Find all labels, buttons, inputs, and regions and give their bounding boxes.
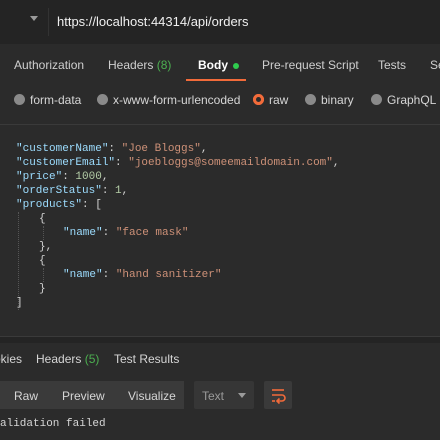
code-line: "name": "face mask" xyxy=(63,227,189,239)
json-key: "customerEmail" xyxy=(16,157,116,169)
tab-label: Authorization xyxy=(14,58,85,72)
url-input[interactable]: https://localhost:44314/api/orders xyxy=(57,14,249,29)
tab-label: okies xyxy=(0,352,23,366)
radio-label: binary xyxy=(321,93,354,107)
tab-body[interactable]: Body xyxy=(198,58,239,72)
json-value: [ xyxy=(95,199,102,211)
indent-guide xyxy=(43,268,44,282)
radio-circle-icon xyxy=(305,94,316,105)
json-key: "price" xyxy=(16,171,63,183)
format-select-value: Text xyxy=(202,389,225,403)
tab-tests[interactable]: Tests xyxy=(378,58,406,72)
json-value: "hand sanitizer" xyxy=(115,269,222,281)
chevron-down-icon[interactable] xyxy=(30,16,38,21)
divider xyxy=(48,8,49,36)
tab-test-results[interactable]: Test Results xyxy=(114,352,179,366)
json-key: "name" xyxy=(63,227,103,239)
json-value: "Joe Bloggs" xyxy=(121,143,201,155)
radio-form-data[interactable]: form-data xyxy=(14,93,81,107)
response-tabs: okies Headers (5) Test Results xyxy=(0,345,440,373)
format-select[interactable]: Text xyxy=(194,381,254,409)
response-toolbar: Raw Preview Visualize Text xyxy=(0,381,440,411)
json-brace: }, xyxy=(39,241,53,253)
wrap-lines-button[interactable] xyxy=(264,381,292,409)
radio-raw[interactable]: raw xyxy=(253,93,288,107)
json-brace: } xyxy=(39,283,46,295)
tab-response-headers[interactable]: Headers (5) xyxy=(36,352,99,366)
pane-resize-handle[interactable] xyxy=(0,336,440,343)
json-value: 1 xyxy=(115,185,122,197)
radio-circle-icon xyxy=(14,94,25,105)
response-body-text: alidation failed xyxy=(0,418,106,430)
code-line: { xyxy=(39,254,46,268)
json-brace: { xyxy=(39,255,46,267)
tab-settings[interactable]: Se xyxy=(430,58,440,72)
tab-label: Pre-request Script xyxy=(262,58,359,72)
tab-label: Tests xyxy=(378,58,407,72)
headers-count: (8) xyxy=(156,58,172,72)
tab-label: Headers xyxy=(108,58,154,72)
radio-label: x-www-form-urlencoded xyxy=(113,93,241,107)
active-dot-icon xyxy=(233,62,239,69)
json-brace: { xyxy=(39,213,46,225)
tab-pre-request-script[interactable]: Pre-request Script xyxy=(262,58,359,72)
tab-label: Headers xyxy=(36,352,82,366)
json-key: "orderStatus" xyxy=(16,185,102,197)
radio-x-www-form-urlencoded[interactable]: x-www-form-urlencoded xyxy=(97,93,240,107)
code-line: { xyxy=(39,212,46,226)
radio-graphql[interactable]: GraphQL xyxy=(371,93,436,107)
view-mode-segmented: Raw Preview Visualize xyxy=(0,381,184,409)
radio-circle-icon xyxy=(371,94,382,105)
json-value: 1000 xyxy=(75,171,102,183)
tab-label: Se xyxy=(430,58,440,72)
json-bracket: ] xyxy=(16,297,23,309)
json-key: "name" xyxy=(63,269,103,281)
divider xyxy=(0,124,440,125)
preview-button[interactable]: Preview xyxy=(62,389,105,403)
tab-headers[interactable]: Headers (8) xyxy=(108,58,171,72)
radio-label: GraphQL xyxy=(387,93,437,107)
tab-authorization[interactable]: Authorization xyxy=(14,58,84,72)
json-key: "products" xyxy=(16,199,83,211)
url-bar: https://localhost:44314/api/orders xyxy=(0,0,440,44)
code-line: "products": [ xyxy=(16,199,102,211)
body-type-options: form-data x-www-form-urlencoded raw bina… xyxy=(0,86,440,112)
code-line: "customerEmail": "joebloggs@someemaildom… xyxy=(16,157,340,169)
radio-binary[interactable]: binary xyxy=(305,93,354,107)
request-body-editor[interactable]: "customerName": "Joe Bloggs", "customerE… xyxy=(0,128,440,333)
indent-guide xyxy=(43,226,44,240)
code-line: }, xyxy=(39,240,52,254)
code-line: "orderStatus": 1, xyxy=(16,185,129,197)
code-line: ] xyxy=(16,296,23,310)
radio-label: form-data xyxy=(30,93,82,107)
code-line: "name": "hand sanitizer" xyxy=(63,269,222,281)
radio-label: raw xyxy=(269,93,289,107)
radio-selected-icon xyxy=(253,94,264,105)
tab-label: Body xyxy=(198,58,228,72)
request-tabs: Authorization Headers (8) Body Pre-reque… xyxy=(0,50,440,82)
wrap-lines-icon xyxy=(272,389,286,405)
visualize-button[interactable]: Visualize xyxy=(128,389,176,403)
active-tab-indicator xyxy=(186,79,246,81)
raw-button[interactable]: Raw xyxy=(14,389,38,403)
tab-cookies[interactable]: okies xyxy=(0,352,22,366)
response-headers-count: (5) xyxy=(84,352,100,366)
code-line: } xyxy=(39,282,46,296)
chevron-down-icon xyxy=(238,393,246,398)
radio-circle-icon xyxy=(97,94,108,105)
code-line: "price": 1000, xyxy=(16,171,109,183)
tab-label: Test Results xyxy=(114,352,180,366)
json-value: "face mask" xyxy=(115,227,189,239)
json-value: "joebloggs@someemaildomain.com" xyxy=(128,157,333,169)
json-key: "customerName" xyxy=(16,143,109,155)
code-line: "customerName": "Joe Bloggs", xyxy=(16,143,208,155)
